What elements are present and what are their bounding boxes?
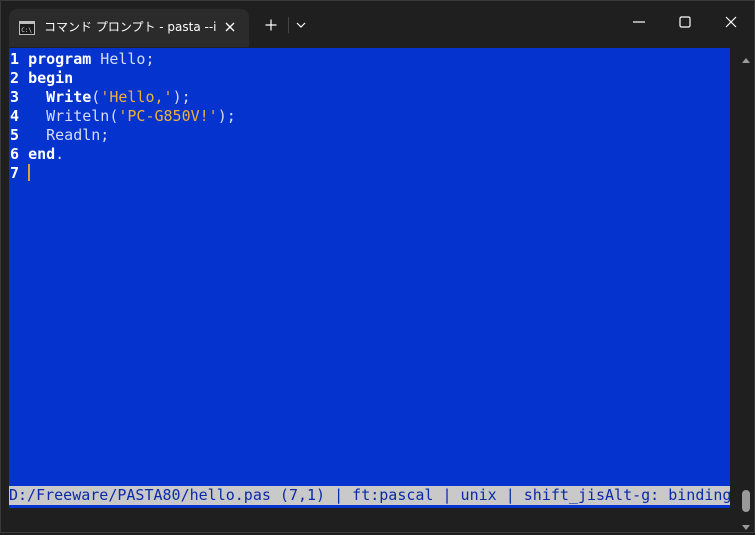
tab-command-prompt[interactable]: C:\ コマンド プロンプト - pasta --ide -: [9, 9, 249, 47]
code-string: 'PC-G850V!': [118, 107, 218, 125]
title-bar[interactable]: C:\ コマンド プロンプト - pasta --ide -: [1, 1, 754, 47]
tab-close-icon[interactable]: [221, 18, 239, 36]
code-text: );: [217, 107, 236, 125]
tab-separator: [288, 17, 289, 33]
code-text: );: [172, 88, 191, 106]
tab-title: コマンド プロンプト - pasta --ide -: [44, 20, 216, 34]
code-text: Readln;: [28, 126, 110, 144]
new-tab-plus-icon[interactable]: [260, 14, 282, 36]
text-cursor: [28, 164, 31, 181]
command-prompt-icon: C:\: [19, 20, 35, 35]
line-number: 5: [10, 126, 29, 144]
scroll-up-arrow-icon[interactable]: [742, 50, 750, 63]
code-keyword: end: [28, 145, 56, 163]
code-line[interactable]: 5 Readln;: [10, 126, 236, 145]
code-text: (: [91, 88, 101, 106]
code-line[interactable]: 1 program Hello;: [10, 50, 236, 69]
code-line[interactable]: 3 Write('Hello,');: [10, 88, 236, 107]
code-line[interactable]: 7: [10, 164, 236, 183]
code-line[interactable]: 4 Writeln('PC-G850V!');: [10, 107, 236, 126]
minimize-icon[interactable]: [624, 9, 654, 35]
status-line: D:/Freeware/PASTA80/hello.pas (7,1) | ft…: [9, 486, 730, 505]
line-number: 4: [10, 107, 29, 125]
scroll-down-arrow-icon[interactable]: [742, 516, 750, 530]
chevron-down-icon[interactable]: [291, 14, 311, 36]
line-number: 2: [10, 69, 29, 87]
terminal-window: C:\ コマンド プロンプト - pasta --ide -: [0, 0, 755, 533]
code-line[interactable]: 2 begin: [10, 69, 236, 88]
code-keyword: Write: [46, 88, 92, 106]
code-string: 'Hello,': [100, 88, 173, 106]
code-area[interactable]: 1 program Hello; 2 begin 3 Write('Hello,')…: [10, 50, 236, 183]
code-text: Hello;: [91, 50, 155, 68]
scroll-thumb[interactable]: [742, 490, 750, 512]
close-icon[interactable]: [716, 9, 746, 35]
line-number: 1: [10, 50, 29, 68]
code-keyword: program: [28, 50, 92, 68]
vertical-scrollbar[interactable]: [739, 48, 753, 530]
terminal-editor[interactable]: 1 program Hello; 2 begin 3 Write('Hello,')…: [9, 48, 730, 508]
code-line[interactable]: 6 end.: [10, 145, 236, 164]
line-number: 6: [10, 145, 29, 163]
code-text: Writeln(: [28, 107, 119, 125]
line-number: 3: [10, 88, 29, 106]
tab-icon-label: C:\: [21, 27, 32, 34]
code-text: .: [55, 145, 65, 163]
code-keyword: begin: [28, 69, 74, 87]
line-number: 7: [10, 164, 29, 182]
maximize-icon[interactable]: [670, 9, 700, 35]
